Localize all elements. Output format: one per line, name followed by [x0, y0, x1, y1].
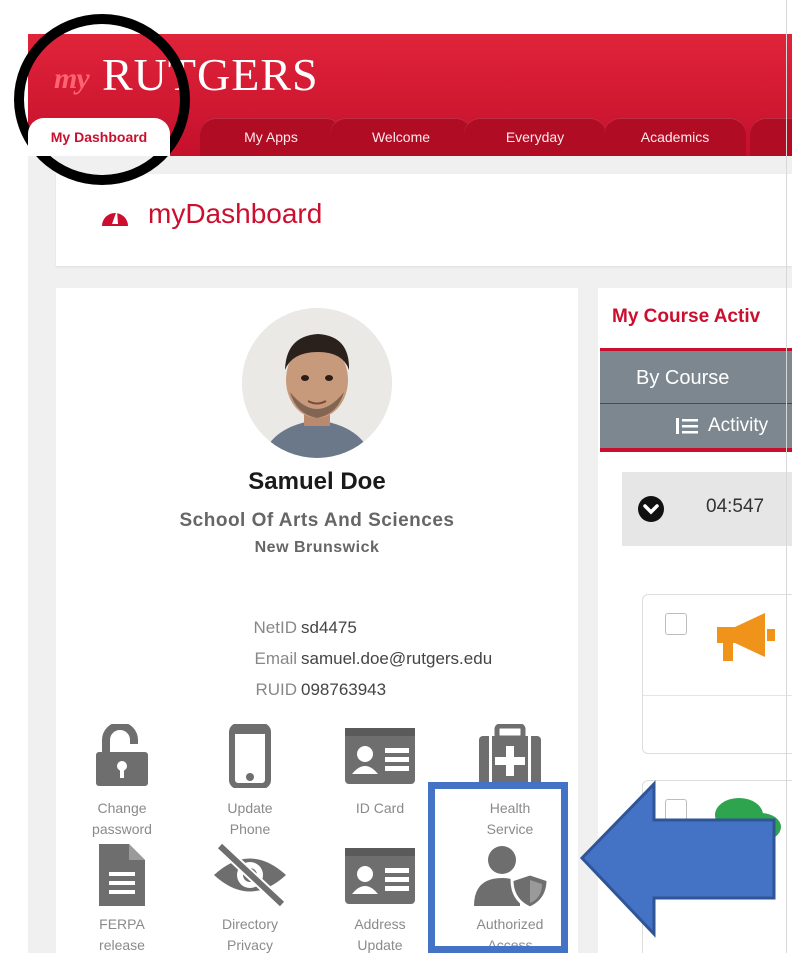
address-card-icon	[345, 848, 415, 904]
id-card-icon	[345, 728, 415, 784]
activity-item[interactable]	[642, 594, 792, 754]
annotation-circle	[14, 14, 190, 185]
frame-edge	[786, 0, 787, 953]
activity-divider	[643, 695, 792, 696]
update-phone-label: Update Phone	[227, 800, 273, 837]
profile-school: School Of Arts And Sciences	[179, 510, 455, 531]
activity-label: Activity	[708, 415, 769, 436]
ruid-value: 098763943	[301, 680, 387, 699]
avatar	[242, 308, 392, 458]
phone-icon	[229, 724, 271, 788]
dashboard-gauge-icon	[102, 210, 128, 226]
address-update-label: Address Update	[354, 916, 406, 953]
by-course-label: By Course	[636, 367, 730, 389]
activity-checkbox[interactable]	[665, 613, 687, 635]
profile-campus: New Brunswick	[254, 539, 380, 556]
netid-row: NetID sd4475	[56, 618, 578, 642]
change-password-label: Change password	[92, 800, 152, 837]
netid-value: sd4475	[301, 618, 357, 637]
course-activity-title: My Course Activ	[612, 306, 761, 327]
address-update-button[interactable]: Address Update	[320, 842, 440, 953]
id-card-label: ID Card	[355, 800, 405, 816]
tab-my-apps[interactable]: My Apps	[200, 118, 342, 156]
update-phone-button[interactable]: Update Phone	[190, 724, 310, 844]
directory-privacy-label: Directory Privacy	[221, 916, 278, 953]
tab-everyday[interactable]: Everyday	[464, 118, 606, 156]
ruid-row: RUID 098763943	[56, 680, 578, 704]
email-value: samuel.doe@rutgers.edu	[301, 649, 493, 668]
ferpa-release-button[interactable]: FERPA release	[62, 842, 182, 953]
change-password-button[interactable]: Change password	[62, 724, 182, 844]
activity-time-row[interactable]: 04:547	[622, 472, 792, 546]
eye-slash-icon	[214, 842, 286, 908]
health-kit-icon	[479, 724, 541, 786]
tab-by-course[interactable]: By Course	[600, 348, 792, 407]
annotation-highlight-box	[428, 782, 568, 953]
ruid-label: RUID	[255, 680, 297, 699]
document-icon	[99, 844, 145, 906]
email-row: Email samuel.doe@rutgers.edu	[56, 649, 578, 673]
tab-welcome[interactable]: Welcome	[330, 118, 472, 156]
page-title-bar: myDashboard	[56, 174, 792, 266]
directory-privacy-button[interactable]: Directory Privacy	[190, 842, 310, 953]
page-title: myDashboard	[148, 198, 323, 229]
tab-academics[interactable]: Academics	[604, 118, 746, 156]
unlock-icon	[96, 724, 148, 786]
activity-toggle[interactable]: Activity	[600, 404, 792, 452]
megaphone-icon	[717, 613, 775, 661]
email-label: Email	[254, 649, 297, 668]
profile-name: Samuel Doe	[248, 468, 386, 495]
annotation-arrow-icon	[579, 780, 776, 938]
chevron-down-icon[interactable]	[638, 496, 664, 522]
id-card-button[interactable]: ID Card	[320, 724, 440, 844]
list-icon	[676, 418, 698, 434]
ferpa-release-label: FERPA release	[99, 916, 145, 953]
activity-time: 04:547	[706, 496, 765, 517]
tab-my-dashboard[interactable]: My Dashboard	[28, 118, 170, 156]
netid-label: NetID	[253, 618, 297, 637]
